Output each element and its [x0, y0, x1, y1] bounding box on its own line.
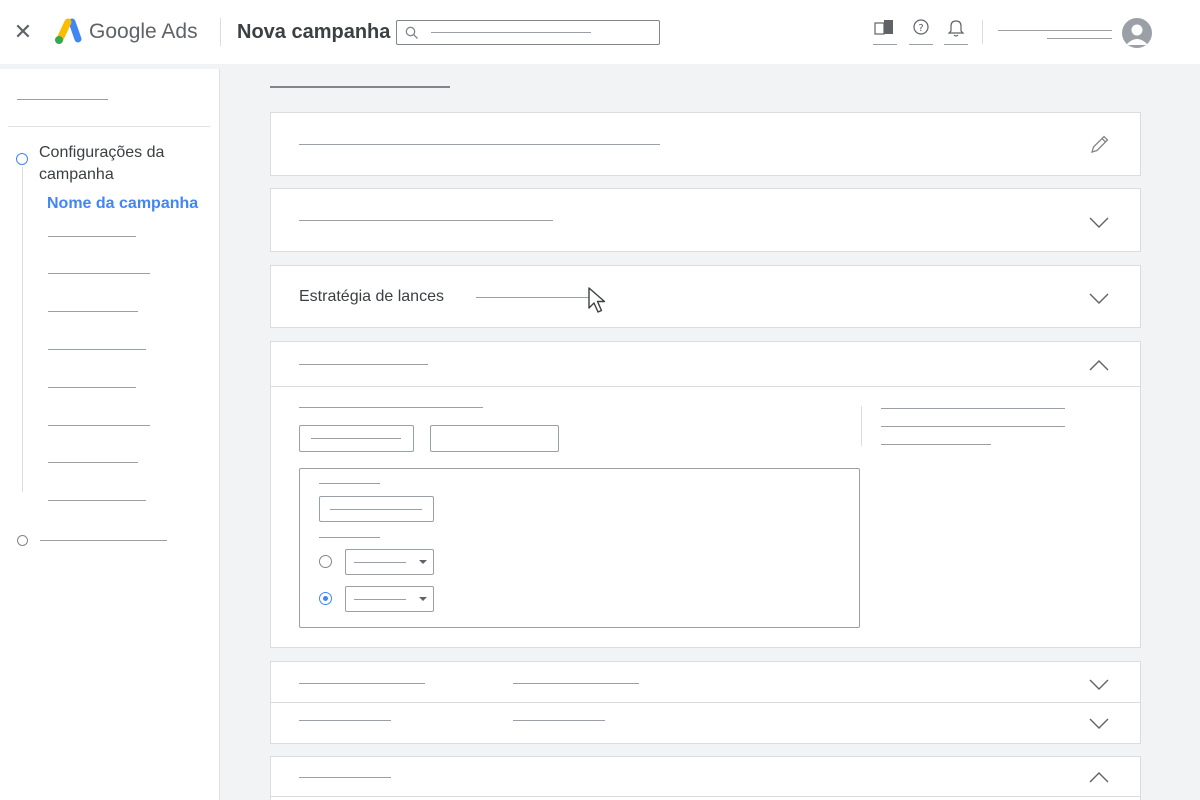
search-placeholder-line: [431, 32, 591, 33]
section-title-line: [299, 364, 428, 365]
section-row[interactable]: [271, 662, 1140, 702]
reports-icon[interactable]: [873, 17, 897, 45]
section-title-line: [299, 720, 391, 721]
options-panel: [299, 468, 860, 628]
section-summary-line: [513, 683, 639, 684]
section-card-group: [270, 661, 1141, 744]
section-divider: [271, 796, 1140, 797]
step-indicator: [17, 535, 28, 546]
sidebar-step-campaign-settings[interactable]: Configurações da campanha: [39, 142, 209, 186]
svg-text:?: ?: [918, 23, 923, 34]
header-divider: [982, 20, 983, 44]
sidebar-item-campaign-name[interactable]: Nome da campanha: [47, 194, 198, 214]
close-icon[interactable]: ✕: [13, 21, 33, 43]
chevron-up-icon[interactable]: [1088, 771, 1110, 785]
dropdown-arrow-icon: [419, 597, 427, 601]
sidebar-heading-line: [17, 99, 108, 100]
chevron-down-icon[interactable]: [1088, 215, 1110, 229]
chevron-down-icon[interactable]: [1088, 677, 1110, 691]
radio-option-selected[interactable]: [319, 592, 332, 605]
sidebar-step[interactable]: [40, 540, 167, 541]
sidebar-subitem[interactable]: [48, 425, 150, 426]
section-title: Estratégia de lances: [299, 288, 444, 305]
text-field[interactable]: [319, 496, 434, 522]
mouse-cursor-icon: [588, 287, 606, 313]
sidebar: Configurações da campanha Nome da campan…: [0, 69, 220, 800]
avatar[interactable]: [1122, 18, 1152, 48]
header-divider: [220, 18, 221, 46]
section-summary-line: [476, 297, 591, 298]
chevron-down-icon[interactable]: [1088, 716, 1110, 730]
field-label-line: [299, 407, 483, 408]
top-app-bar: ✕ Google Ads Nova campanha ?: [0, 0, 1200, 64]
brand-name: Google Ads: [89, 20, 198, 43]
sidebar-subitem[interactable]: [48, 462, 138, 463]
section-card[interactable]: [270, 756, 1141, 800]
section-title-line: [299, 777, 391, 778]
section-card-bidding-strategy[interactable]: Estratégia de lances: [270, 265, 1141, 328]
chevron-down-icon[interactable]: [1088, 291, 1110, 305]
sidebar-subitem[interactable]: [48, 500, 146, 501]
step-connector: [22, 167, 23, 492]
search-input[interactable]: [396, 20, 660, 45]
help-text-line: [881, 426, 1065, 427]
help-divider: [861, 406, 862, 446]
page-title: Nova campanha: [237, 21, 391, 43]
sidebar-subitem[interactable]: [48, 387, 136, 388]
sidebar-subitem[interactable]: [48, 311, 138, 312]
google-ads-logo: [55, 18, 82, 44]
dropdown-arrow-icon: [419, 560, 427, 564]
chevron-up-icon[interactable]: [1088, 359, 1110, 373]
section-title-line: [299, 683, 425, 684]
sidebar-subitem[interactable]: [48, 349, 146, 350]
text-field[interactable]: [430, 425, 559, 452]
sidebar-divider: [8, 126, 210, 127]
section-card[interactable]: [270, 188, 1141, 252]
search-icon: [405, 26, 418, 39]
dropdown-select[interactable]: [345, 549, 434, 575]
section-row[interactable]: [271, 703, 1140, 743]
help-text-line: [881, 408, 1065, 409]
section-title-line: [299, 220, 553, 221]
section-card[interactable]: [270, 112, 1141, 176]
account-name-line: [998, 30, 1112, 31]
section-title-line: [270, 86, 450, 88]
dropdown-select[interactable]: [345, 586, 434, 612]
text-field[interactable]: [299, 425, 414, 452]
sidebar-subitem[interactable]: [48, 236, 136, 237]
radio-option[interactable]: [319, 555, 332, 568]
help-icon[interactable]: ?: [909, 17, 933, 45]
account-id-line: [1047, 38, 1112, 39]
section-title-line: [299, 144, 660, 145]
section-divider: [271, 386, 1140, 387]
step-indicator-active: [16, 153, 28, 165]
field-label-line: [319, 537, 380, 538]
sidebar-subitem[interactable]: [48, 273, 150, 274]
notifications-icon[interactable]: [944, 17, 968, 45]
section-summary-line: [513, 720, 605, 721]
edit-icon[interactable]: [1089, 133, 1111, 155]
field-label-line: [319, 483, 380, 484]
section-card-expanded: [270, 341, 1141, 648]
help-text-line: [881, 444, 991, 445]
